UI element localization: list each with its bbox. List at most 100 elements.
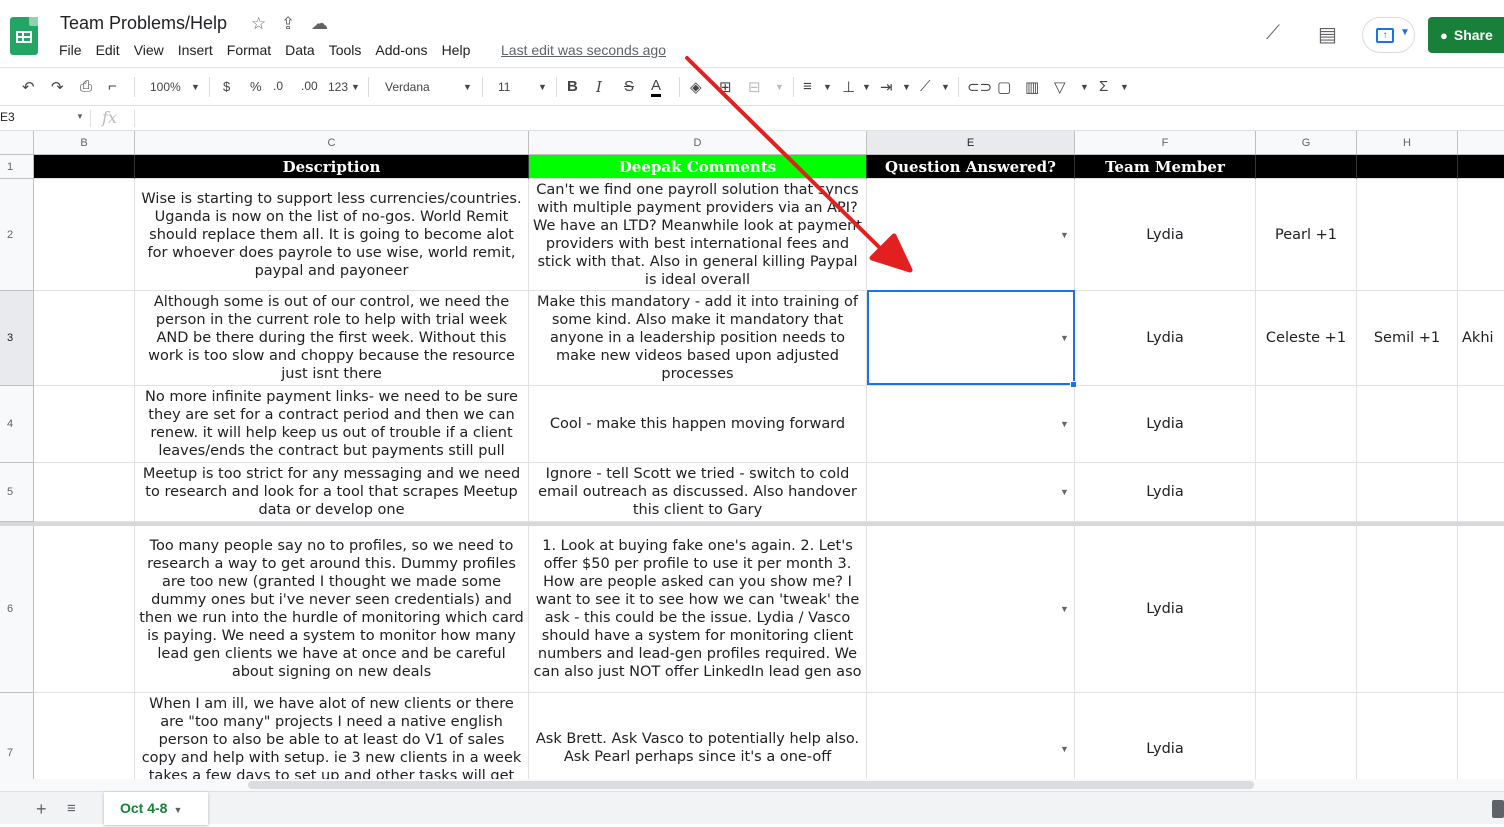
cell-comment[interactable]: Ask Brett. Ask Vasco to potentially help…	[529, 693, 867, 779]
dropdown-arrow-icon[interactable]: ▼	[1060, 419, 1069, 429]
header-team-member[interactable]: Team Member	[1075, 155, 1256, 179]
all-sheets-menu-icon[interactable]: ≡	[67, 800, 76, 817]
cloud-status-icon[interactable]: ☁	[311, 14, 328, 34]
cell-b3[interactable]	[34, 291, 135, 386]
explore-icon[interactable]	[1492, 800, 1504, 818]
cell-description[interactable]: Meetup is too strict for any messaging a…	[135, 463, 529, 522]
menu-file[interactable]: File	[59, 42, 82, 60]
decrease-decimal-button[interactable]: .0	[273, 79, 283, 93]
cell-h[interactable]	[1357, 179, 1458, 291]
cell-comment[interactable]: Make this mandatory - add it into traini…	[529, 291, 867, 386]
undo-icon[interactable]: ↶	[22, 78, 35, 96]
cell-description[interactable]: Wise is starting to support less currenc…	[135, 179, 529, 291]
cell-comment[interactable]: Cool - make this happen moving forward	[529, 386, 867, 463]
last-edit-link[interactable]: Last edit was seconds ago	[501, 42, 666, 58]
cell-team-member[interactable]: Lydia	[1075, 386, 1256, 463]
header-cell-g[interactable]	[1256, 155, 1357, 179]
cell-comment[interactable]: Can't we find one payroll solution that …	[529, 179, 867, 291]
cell-b6[interactable]	[34, 526, 135, 693]
cell-description[interactable]: Although some is out of our control, we …	[135, 291, 529, 386]
cell-answered-dropdown[interactable]	[867, 693, 1075, 779]
italic-button[interactable]: I	[596, 78, 602, 96]
column-header-f[interactable]: F	[1075, 131, 1256, 155]
cell-answered-dropdown[interactable]	[867, 179, 1075, 291]
menu-tools[interactable]: Tools	[329, 42, 362, 60]
filter-icon[interactable]: ▽	[1054, 78, 1066, 96]
text-wrapping-icon[interactable]: ⇥	[880, 78, 893, 96]
cell-g[interactable]	[1256, 526, 1357, 693]
cell-g[interactable]	[1256, 463, 1357, 522]
insert-comment-icon[interactable]: ▢	[997, 78, 1011, 96]
cell-answered-dropdown[interactable]	[867, 463, 1075, 522]
document-title[interactable]: Team Problems/Help	[60, 13, 227, 34]
cell-g[interactable]: Celeste +1	[1256, 291, 1357, 386]
menu-format[interactable]: Format	[227, 42, 271, 60]
currency-format-button[interactable]: $	[223, 79, 230, 94]
row-header-5[interactable]: 5	[0, 463, 34, 522]
chevron-down-icon[interactable]: ▼	[173, 805, 182, 815]
activity-trend-icon[interactable]: ⟋	[1266, 22, 1280, 45]
chevron-down-icon[interactable]: ▼	[1120, 82, 1129, 92]
row-header-2[interactable]: 2	[0, 179, 34, 291]
horizontal-align-icon[interactable]: ≡	[803, 78, 812, 95]
paint-format-icon[interactable]: ⌐	[108, 78, 117, 95]
chevron-down-icon[interactable]: ▼	[902, 82, 911, 92]
cell-b5[interactable]	[34, 463, 135, 522]
cell-comment[interactable]: 1. Look at buying fake one's again. 2. L…	[529, 526, 867, 693]
sheets-logo-icon[interactable]	[10, 17, 38, 55]
cell-g[interactable]	[1256, 386, 1357, 463]
header-cell-b[interactable]	[34, 155, 135, 179]
sheet-tab-oct-4-8[interactable]: Oct 4-8 ▼	[104, 792, 208, 825]
percent-format-button[interactable]: %	[250, 79, 262, 94]
cell-team-member[interactable]: Lydia	[1075, 179, 1256, 291]
fill-handle[interactable]	[1070, 381, 1077, 388]
header-question-answered[interactable]: Question Answered?	[867, 155, 1075, 179]
font-size-select[interactable]: 11	[498, 80, 510, 94]
cell-h[interactable]	[1357, 463, 1458, 522]
cell-i[interactable]	[1458, 526, 1504, 693]
column-header-c[interactable]: C	[135, 131, 529, 155]
column-header-h[interactable]: H	[1357, 131, 1458, 155]
header-cell-h[interactable]	[1357, 155, 1458, 179]
increase-decimal-button[interactable]: .00	[301, 79, 318, 93]
row-header-4[interactable]: 4	[0, 386, 34, 463]
dropdown-arrow-icon[interactable]: ▼	[1060, 744, 1069, 754]
chevron-down-icon[interactable]: ▼	[351, 82, 360, 92]
chevron-down-icon[interactable]: ▼	[823, 82, 832, 92]
dropdown-arrow-icon[interactable]: ▼	[1060, 487, 1069, 497]
functions-icon[interactable]: Σ	[1099, 78, 1108, 95]
name-box[interactable]: E3	[0, 110, 15, 124]
column-header-d[interactable]: D	[529, 131, 867, 155]
scrollbar-thumb[interactable]	[248, 781, 1254, 789]
cell-description[interactable]: Too many people say no to profiles, so w…	[135, 526, 529, 693]
font-family-select[interactable]: Verdana	[385, 80, 430, 94]
row-header-3[interactable]: 3	[0, 291, 34, 386]
more-formats-button[interactable]: 123	[328, 80, 348, 94]
cell-g[interactable]: Pearl +1	[1256, 179, 1357, 291]
cell-answered-dropdown[interactable]	[867, 526, 1075, 693]
text-rotation-icon[interactable]: ⟋	[920, 78, 931, 95]
header-deepak-comments[interactable]: Deepak Comments	[529, 155, 867, 179]
cell-i[interactable]	[1458, 693, 1504, 779]
cell-i[interactable]: Akhi	[1458, 291, 1504, 386]
chevron-down-icon[interactable]: ▼	[538, 82, 547, 92]
cell-i[interactable]	[1458, 386, 1504, 463]
column-header-e[interactable]: E	[867, 131, 1075, 155]
menu-edit[interactable]: Edit	[96, 42, 120, 60]
move-to-folder-icon[interactable]: ⇪	[281, 14, 295, 34]
column-header-b[interactable]: B	[34, 131, 135, 155]
cell-h[interactable]: Semil +1	[1357, 291, 1458, 386]
cell-b2[interactable]	[34, 179, 135, 291]
chevron-down-icon[interactable]: ▼	[463, 82, 472, 92]
text-color-button[interactable]: A	[651, 78, 662, 97]
cell-answered-dropdown[interactable]	[867, 386, 1075, 463]
vertical-align-icon[interactable]: ⊥	[842, 78, 855, 96]
fill-color-icon[interactable]: ◈	[690, 78, 702, 96]
comments-icon[interactable]: ▤	[1318, 22, 1337, 47]
cell-team-member[interactable]: Lydia	[1075, 526, 1256, 693]
zoom-select[interactable]: 100%	[150, 80, 181, 94]
dropdown-arrow-icon[interactable]: ▼	[1060, 230, 1069, 240]
insert-link-icon[interactable]: ⊂⊃	[967, 78, 992, 96]
column-header-i[interactable]	[1458, 131, 1504, 155]
cell-b7[interactable]	[34, 693, 135, 779]
